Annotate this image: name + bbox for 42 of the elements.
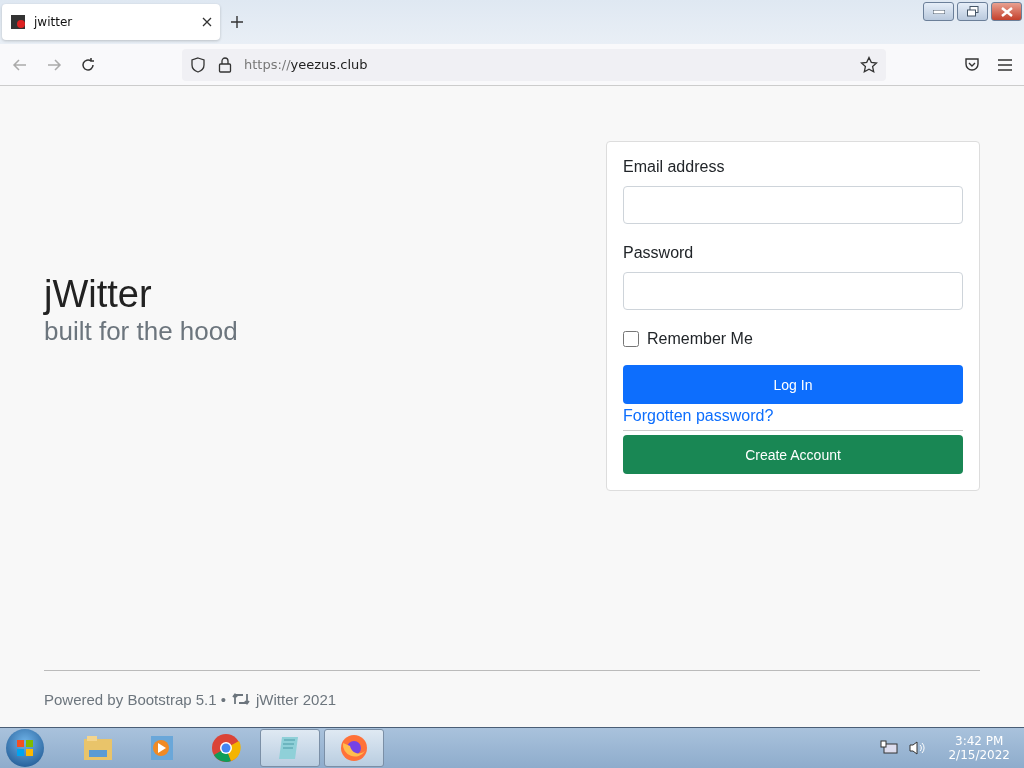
new-tab-icon[interactable] <box>230 15 244 29</box>
lock-icon[interactable] <box>218 56 232 73</box>
menu-icon[interactable] <box>998 58 1012 71</box>
remember-label: Remember Me <box>647 330 753 348</box>
close-window-button[interactable] <box>991 2 1022 21</box>
password-field[interactable] <box>623 272 963 310</box>
restore-icon <box>966 6 979 17</box>
media-player-icon <box>148 734 176 762</box>
minimize-icon <box>932 9 945 14</box>
network-icon[interactable] <box>880 740 899 756</box>
taskbar-button[interactable] <box>324 729 384 767</box>
forgot-password-link[interactable]: Forgotten password? <box>623 407 774 425</box>
address-bar[interactable]: https://yeezus.club <box>182 48 886 81</box>
email-label: Email address <box>623 158 726 176</box>
pocket-icon[interactable] <box>964 56 980 73</box>
browser-tab[interactable]: jwitter <box>2 4 220 40</box>
restore-button[interactable] <box>957 2 988 21</box>
close-icon <box>1000 6 1013 17</box>
volume-icon[interactable] <box>908 740 927 756</box>
chrome-icon <box>211 733 241 763</box>
retweet-icon <box>232 692 251 706</box>
powered-by-text: Powered by Bootstrap 5.1 • <box>44 690 227 708</box>
email-field[interactable] <box>623 186 963 224</box>
firefox-icon <box>339 733 369 763</box>
windows-logo-icon <box>16 739 34 757</box>
site-tagline: built for the hood <box>44 316 238 347</box>
password-label: Password <box>623 244 695 262</box>
site-favicon-icon <box>10 14 26 30</box>
url-text: https://yeezus.club <box>244 57 369 72</box>
create-account-button[interactable]: Create Account <box>623 435 963 474</box>
start-button[interactable] <box>6 729 44 767</box>
star-icon[interactable] <box>860 55 878 74</box>
login-button[interactable]: Log In <box>623 365 963 404</box>
remember-checkbox[interactable] <box>623 331 639 347</box>
site-title: jWitter <box>44 273 153 316</box>
reload-icon[interactable] <box>80 56 96 73</box>
copyright-text: jWitter 2021 <box>256 690 337 708</box>
folder-icon <box>83 735 113 761</box>
close-icon[interactable] <box>202 17 212 27</box>
minimize-button[interactable] <box>923 2 954 21</box>
taskbar-button[interactable] <box>260 729 320 767</box>
shield-icon[interactable] <box>190 56 206 73</box>
